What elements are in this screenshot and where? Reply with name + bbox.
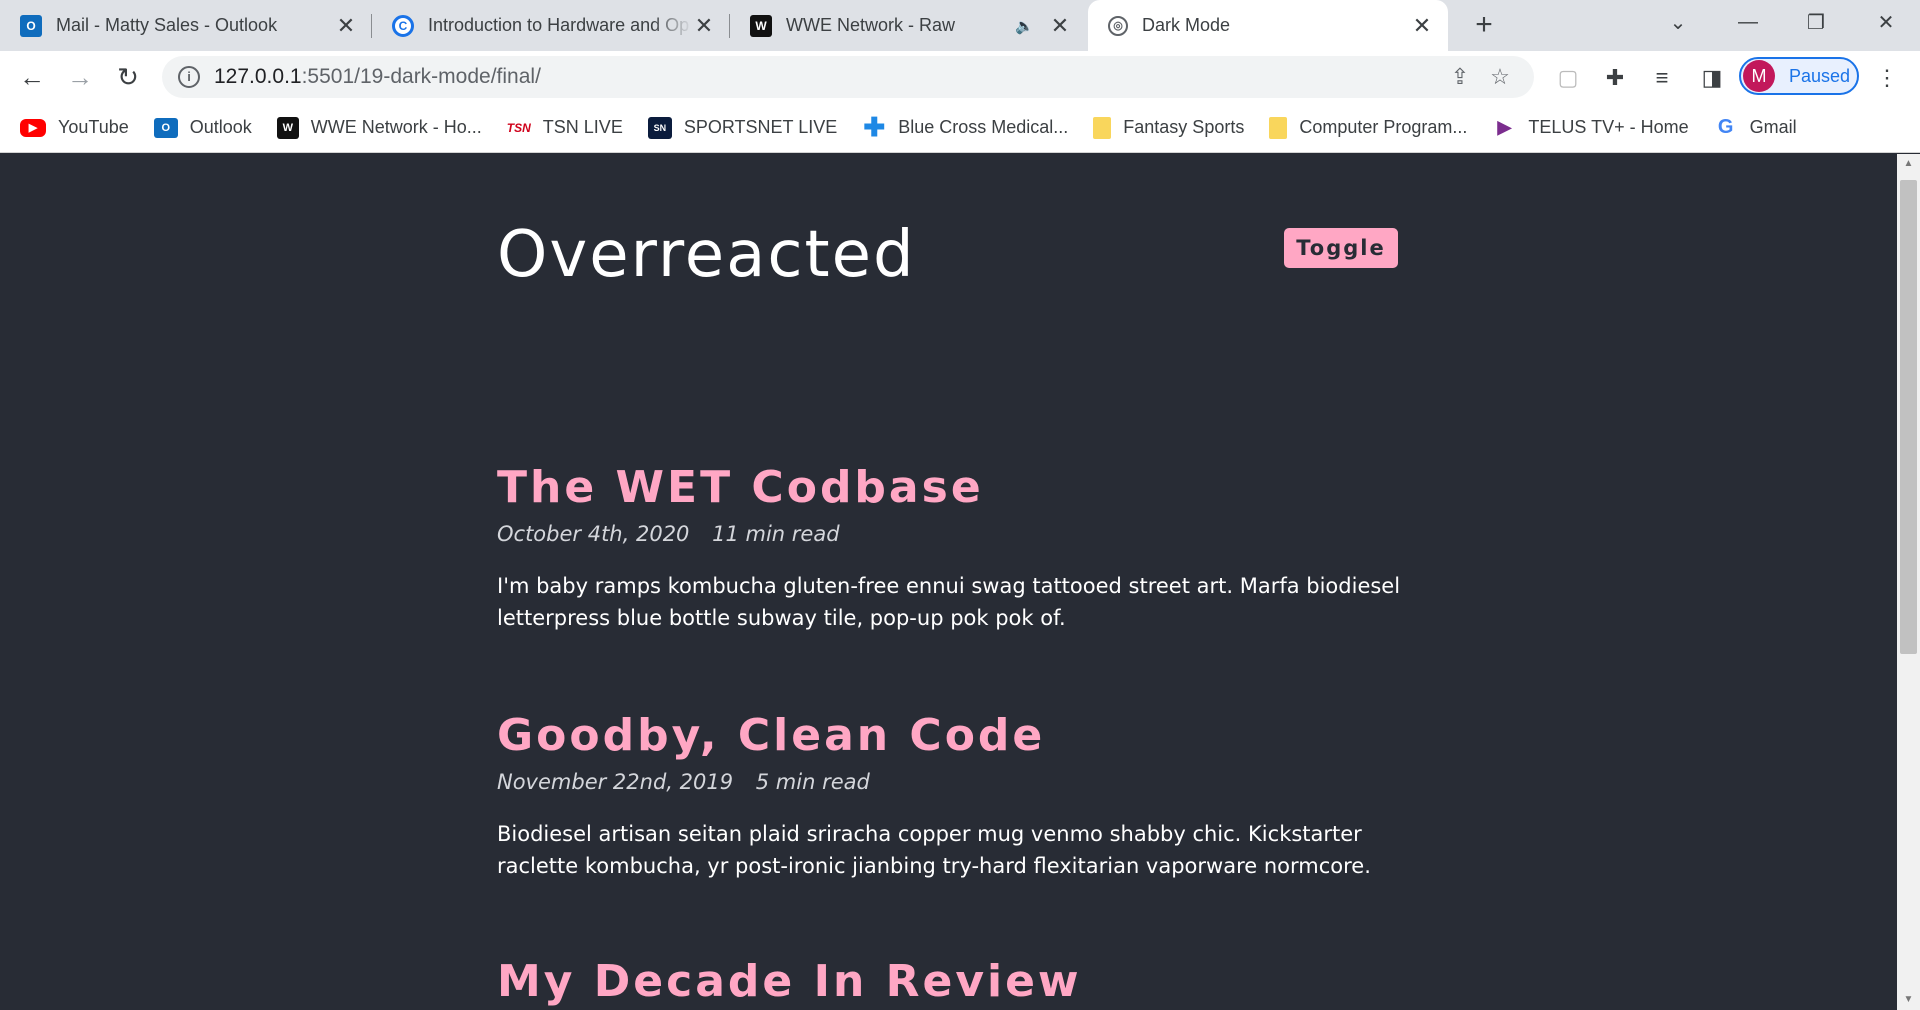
bookmark-label: TELUS TV+ - Home xyxy=(1528,117,1689,137)
post-excerpt: I'm baby ramps kombucha gluten-free ennu… xyxy=(497,574,1401,630)
play-icon: ▶ xyxy=(1497,117,1512,137)
close-icon[interactable]: ✕ xyxy=(1410,13,1434,39)
scroll-up-arrow-icon[interactable]: ▲ xyxy=(1897,154,1920,174)
page-content: Overreacted Toggle The WET Codbase Octob… xyxy=(0,154,1897,1010)
address-bar[interactable]: i 127.0.0.1:5501/19-dark-mode/final/ ⇪ ☆ xyxy=(162,56,1534,98)
bookmark-star-icon[interactable]: ☆ xyxy=(1480,64,1520,90)
google-icon: G xyxy=(1717,116,1734,138)
tab-title: Mail - Matty Sales - Outlook xyxy=(56,15,278,35)
bookmark-telus-tv[interactable]: ▶ TELUS TV+ - Home xyxy=(1492,117,1688,138)
bookmark-youtube[interactable]: ▶ YouTube xyxy=(20,117,129,138)
url-text[interactable]: 127.0.0.1:5501/19-dark-mode/final/ xyxy=(214,65,1440,89)
new-tab-button[interactable]: + xyxy=(1466,8,1502,44)
toggle-button[interactable]: Toggle xyxy=(1284,228,1398,268)
bookmark-sportsnet-live[interactable]: SN SPORTSNET LIVE xyxy=(647,116,838,139)
more-menu-icon[interactable]: ⋮ xyxy=(1872,63,1902,93)
bookmark-wwe-network[interactable]: W WWE Network - Ho... xyxy=(276,116,482,139)
outlook-icon: O xyxy=(20,14,42,37)
close-window-button[interactable]: ✕ xyxy=(1858,0,1914,44)
avatar: M xyxy=(1743,60,1775,92)
page-scrollbar[interactable]: ▲ ▼ xyxy=(1897,154,1920,1010)
post-title-link[interactable]: The WET Codbase xyxy=(497,460,1417,516)
post-meta: October 4th, 2020 11 min read xyxy=(497,522,1417,546)
url-host: 127.0.0.1 xyxy=(214,65,302,88)
back-button[interactable]: ← xyxy=(14,59,50,95)
tab-strip: O Mail - Matty Sales - Outlook ✕ C Intro… xyxy=(0,0,1920,51)
close-icon[interactable]: ✕ xyxy=(334,13,358,39)
post-card: My Decade In Review xyxy=(497,954,1417,1010)
folder-icon xyxy=(1269,116,1288,139)
profile-status: Paused xyxy=(1789,65,1851,86)
post-excerpt: Biodiesel artisan seitan plaid sriracha … xyxy=(497,822,1371,878)
close-icon[interactable]: ✕ xyxy=(692,13,716,39)
tab-outlook[interactable]: O Mail - Matty Sales - Outlook ✕ xyxy=(0,0,372,51)
globe-icon: ◎ xyxy=(1108,15,1128,36)
tab-title: Dark Mode xyxy=(1142,15,1231,35)
post-title-link[interactable]: Goodby, Clean Code xyxy=(497,708,1417,764)
extensions-puzzle-icon[interactable]: ✚ xyxy=(1600,63,1630,93)
tab-intro-hardware[interactable]: C Introduction to Hardware and Op ✕ xyxy=(372,0,730,51)
tab-wwe-network[interactable]: W WWE Network - Raw 🔈 ✕ xyxy=(730,0,1086,51)
share-icon[interactable]: ⇪ xyxy=(1440,64,1480,90)
c-icon: C xyxy=(392,14,414,37)
cross-icon: ✚ xyxy=(863,112,886,142)
bookmark-label: SPORTSNET LIVE xyxy=(683,117,838,137)
tsn-icon: TSN xyxy=(506,120,531,135)
bookmark-label: TSN LIVE xyxy=(542,117,623,137)
scroll-down-arrow-icon[interactable]: ▼ xyxy=(1897,990,1920,1010)
bookmark-label: Computer Program... xyxy=(1299,117,1468,137)
side-panel-icon[interactable]: ◨ xyxy=(1697,63,1727,93)
profile-button[interactable]: M Paused xyxy=(1739,57,1859,95)
post-date: November 22nd, 2019 xyxy=(497,770,734,794)
tab-search-chevron-icon[interactable]: ⌄ xyxy=(1650,0,1706,44)
close-icon[interactable]: ✕ xyxy=(1048,13,1072,39)
post-card: The WET Codbase October 4th, 2020 11 min… xyxy=(497,460,1417,655)
post-title-link[interactable]: My Decade In Review xyxy=(497,954,1417,1010)
bookmark-label: Gmail xyxy=(1749,117,1797,137)
outlook-icon: O xyxy=(153,117,178,138)
sportsnet-icon: SN xyxy=(647,116,672,139)
extension-placeholder-icon[interactable]: ▢ xyxy=(1553,63,1583,93)
bookmark-tsn-live[interactable]: TSN TSN LIVE xyxy=(507,117,623,138)
bookmarks-bar: ▶ YouTube O Outlook W WWE Network - Ho..… xyxy=(0,103,1920,153)
forward-button[interactable]: → xyxy=(62,59,98,95)
tab-dark-mode[interactable]: ◎ Dark Mode ✕ xyxy=(1088,0,1448,51)
bookmark-blue-cross[interactable]: ✚ Blue Cross Medical... xyxy=(862,112,1069,142)
speaker-icon[interactable]: 🔈 xyxy=(1015,17,1034,35)
post-read-time: 5 min read xyxy=(755,770,870,794)
bookmark-label: Outlook xyxy=(189,117,252,137)
bookmark-label: YouTube xyxy=(58,117,129,137)
bookmark-fantasy-sports[interactable]: Fantasy Sports xyxy=(1093,116,1245,139)
url-path: :5501/19-dark-mode/final/ xyxy=(301,65,541,88)
bookmark-label: Blue Cross Medical... xyxy=(898,117,1069,137)
bookmark-computer-program[interactable]: Computer Program... xyxy=(1269,116,1468,139)
youtube-icon: ▶ xyxy=(20,118,46,137)
site-info-icon[interactable]: i xyxy=(178,66,200,88)
scrollbar-thumb[interactable] xyxy=(1900,180,1917,654)
reload-button[interactable]: ↻ xyxy=(110,59,146,95)
tab-title: WWE Network - Raw xyxy=(786,15,956,35)
post-card: Goodby, Clean Code November 22nd, 2019 5… xyxy=(497,708,1417,903)
bookmark-outlook[interactable]: O Outlook xyxy=(153,117,252,138)
post-read-time: 11 min read xyxy=(712,522,840,546)
browser-toolbar: ← → ↻ i 127.0.0.1:5501/19-dark-mode/fina… xyxy=(0,51,1920,103)
minimize-button[interactable]: — xyxy=(1720,0,1776,44)
folder-icon xyxy=(1093,116,1112,139)
wwe-icon: W xyxy=(276,116,299,139)
post-meta: November 22nd, 2019 5 min read xyxy=(497,770,1417,794)
bookmark-label: Fantasy Sports xyxy=(1123,117,1245,137)
media-queue-icon[interactable]: ≡ xyxy=(1647,63,1677,93)
restore-button[interactable]: ❐ xyxy=(1788,0,1844,44)
tab-title: Introduction to Hardware and Op xyxy=(428,15,690,35)
site-title: Overreacted xyxy=(497,218,916,292)
post-date: October 4th, 2020 xyxy=(497,522,690,546)
wwe-icon: W xyxy=(750,14,772,37)
bookmark-label: WWE Network - Ho... xyxy=(310,117,482,137)
bookmark-gmail[interactable]: G Gmail xyxy=(1714,116,1797,138)
